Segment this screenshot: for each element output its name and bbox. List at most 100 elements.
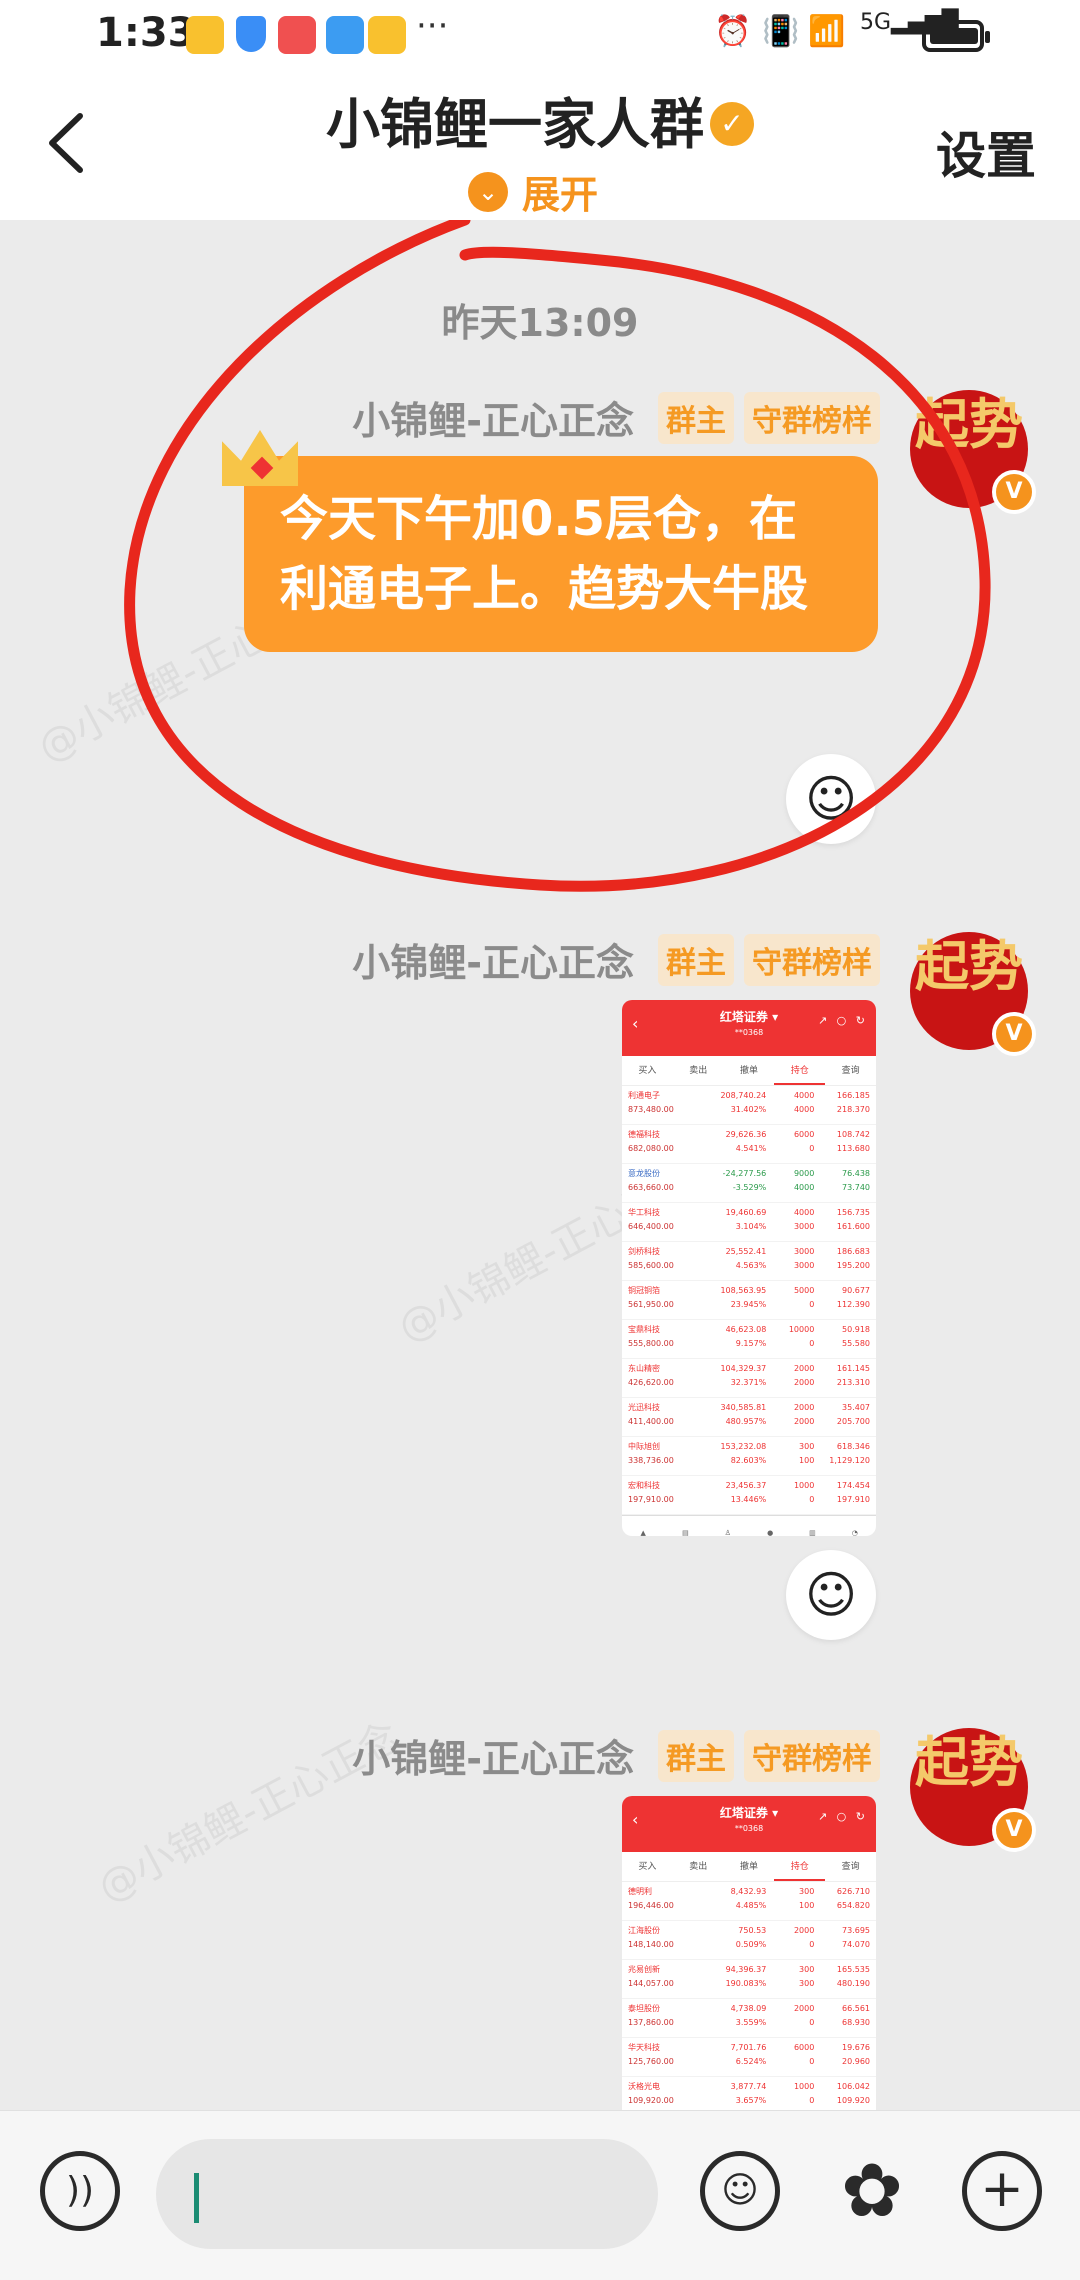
more-plus-button[interactable]: +	[962, 2151, 1042, 2231]
holding-cell: 4,738.09 3.559%	[730, 2004, 767, 2027]
holding-cell: 186.683 195.200	[836, 1247, 870, 1270]
sender-name[interactable]: 小锦鲤-正心正念	[352, 390, 634, 445]
avatar[interactable]: 起势 V	[910, 1728, 1036, 1852]
holding-row: 宝鼎科技 555,800.00 46,623.08 9.157% 10000 0 50.91…	[622, 1320, 876, 1359]
holding-row: 德明利 196,446.00 8,432.93 4.485% 300 100 626.710…	[622, 1882, 876, 1921]
page-title: 小锦鲤一家人群 ✓	[0, 80, 1080, 159]
wifi-icon: 📶	[808, 14, 846, 49]
holding-cell: 94,396.37 190.083%	[725, 1965, 767, 1988]
security-shield-icon	[236, 16, 266, 52]
sticker-button[interactable]: ✿	[832, 2151, 912, 2231]
holding-row: 利通电子 873,480.00 208,740.24 31.402% 4000 4000 1…	[622, 1086, 876, 1125]
message-input-bar: )) ☺ ✿ +	[0, 2110, 1080, 2280]
chevron-down-icon: ⌄	[468, 171, 508, 212]
holding-cell: 2000 0	[793, 2004, 815, 2027]
holding-cell: 66.561 68.930	[842, 2004, 870, 2027]
holding-cell: 618.346 1,129.120	[829, 1442, 870, 1465]
holding-cell: 1000 0	[793, 2082, 815, 2105]
message-bubble[interactable]: 今天下午加0.5层仓，在利通电子上。趋势大牛股	[222, 430, 878, 652]
message-input[interactable]	[156, 2139, 658, 2249]
holding-cell: 1000 0	[793, 1481, 815, 1504]
holding-cell: 23,456.37 13.446%	[725, 1481, 767, 1504]
holding-cell: 8,432.93 4.485%	[730, 1887, 767, 1910]
image-message-portfolio-screenshot[interactable]: ‹ 红塔证券 ▾ **0368 ↗ ○ ↻ 买入 卖出 撤单 持仓 查询 利通电子 873,480.…	[622, 1000, 876, 1536]
text-caret	[194, 2173, 199, 2223]
holding-row: 华天科技 125,760.00 7,701.76 6.524% 6000 0 19.676 2…	[622, 2038, 876, 2077]
holding-cell: 剑桥科技 585,600.00	[628, 1247, 674, 1270]
holding-cell: 19.676 20.960	[842, 2043, 870, 2066]
screenshot-tabs: 买入 卖出 撤单 持仓 查询	[622, 1852, 876, 1882]
nav-icon: ●	[767, 1529, 774, 1536]
holding-cell: -24,277.56 -3.529%	[722, 1169, 767, 1192]
weibo-app-icon-2	[368, 16, 406, 54]
verified-v-icon: V	[992, 1808, 1036, 1852]
holding-row: 铜冠铜箔 561,950.00 108,563.95 23.945% 5000 0 90.6…	[622, 1281, 876, 1320]
holding-cell: 9000 4000	[793, 1169, 815, 1192]
toolbar-icons: ↗ ○ ↻	[817, 1014, 868, 1027]
chat-area[interactable]: @小锦鲤-正心正念 @小锦鲤-正心正念 @小锦鲤-正心正念 昨天13:09 小锦…	[0, 220, 1080, 2110]
sender-name[interactable]: 小锦鲤-正心正念	[352, 1728, 634, 1783]
holding-cell: 626.710 654.820	[836, 1887, 870, 1910]
cloud-app-icon	[326, 16, 364, 54]
holding-row: 剑桥科技 585,600.00 25,552.41 4.563% 3000 3000 186…	[622, 1242, 876, 1281]
voice-input-button[interactable]: ))	[40, 2151, 120, 2231]
screenshot-tab: 持仓	[774, 1056, 826, 1085]
holding-cell: 3000 3000	[793, 1247, 815, 1270]
holding-row: 泰坦股份 137,860.00 4,738.09 3.559% 2000 0 66.561 6…	[622, 1999, 876, 2038]
expand-button[interactable]: ⌄ 展开	[468, 164, 598, 219]
holding-cell: 108.742 113.680	[836, 1130, 870, 1153]
holding-cell: 东山精密 426,620.00	[628, 1364, 674, 1387]
tag-group-owner: 群主	[658, 933, 734, 986]
battery-icon	[922, 20, 990, 52]
weibo-app-icon	[186, 16, 224, 54]
screenshot-tab: 查询	[841, 1862, 860, 1872]
holding-cell: 166.185 218.370	[836, 1091, 870, 1114]
account-number: **0368	[734, 1824, 764, 1833]
holding-row: 沃格光电 109,920.00 3,877.74 3.657% 1000 0 106.042…	[622, 2077, 876, 2110]
emoji-button[interactable]: ☺	[700, 2151, 780, 2231]
expand-label: 展开	[522, 173, 599, 217]
screenshot-bottom-nav: ▲ ▤ ♙ ● ▥ ◔	[622, 1515, 876, 1536]
avatar[interactable]: 起势 V	[910, 390, 1036, 514]
screenshot-header: ‹ 红塔证券 ▾ **0368 ↗ ○ ↻	[622, 1796, 876, 1852]
screenshot-tab: 持仓	[774, 1852, 826, 1881]
holding-cell: 35.407 205.700	[836, 1403, 870, 1426]
holding-cell: 光迅科技 411,400.00	[628, 1403, 674, 1426]
image-message-portfolio-screenshot[interactable]: ‹ 红塔证券 ▾ **0368 ↗ ○ ↻ 买入 卖出 撤单 持仓 查询 德明利 196,446.0…	[622, 1796, 876, 2110]
nav-icon: ♙	[724, 1529, 731, 1536]
tag-group-guardian: 守群榜样	[744, 1729, 880, 1782]
battery-level	[930, 28, 978, 44]
holding-row: 宏和科技 197,910.00 23,456.37 13.446% 1000 0 174.4…	[622, 1476, 876, 1515]
holding-cell: 76.438 73.740	[842, 1169, 870, 1192]
settings-button[interactable]: 设置	[936, 116, 1036, 188]
holding-cell: 340,585.81 480.957%	[720, 1403, 767, 1426]
holding-cell: 46,623.08 9.157%	[725, 1325, 767, 1348]
verified-v-icon: V	[992, 470, 1036, 514]
holding-cell: 90.677 112.390	[836, 1286, 870, 1309]
screenshot-header: ‹ 红塔证券 ▾ **0368 ↗ ○ ↻	[622, 1000, 876, 1056]
holding-cell: 5000 0	[793, 1286, 815, 1309]
sender-name[interactable]: 小锦鲤-正心正念	[352, 932, 634, 987]
message-text: 今天下午加0.5层仓，在利通电子上。趋势大牛股	[280, 491, 809, 617]
nav-icon: ◔	[851, 1529, 858, 1536]
status-bar: 1:33 ··· ⏰ 📳 📶 5G▂▄▆█	[0, 0, 1080, 72]
avatar[interactable]: 起势 V	[910, 932, 1036, 1056]
holding-cell: 108,563.95 23.945%	[720, 1286, 767, 1309]
holding-cell: 300 300	[799, 1965, 815, 1988]
holding-row: 中际旭创 338,736.00 153,232.08 82.603% 300 100 618…	[622, 1437, 876, 1476]
avatar-text: 起势	[915, 392, 1023, 456]
holding-cell: 156.735 161.600	[836, 1208, 870, 1231]
holding-cell: 6000 0	[793, 1130, 815, 1153]
add-reaction-button[interactable]: ☺	[786, 1550, 876, 1640]
tag-group-owner: 群主	[658, 391, 734, 444]
alarm-icon: ⏰	[714, 14, 752, 49]
holding-cell: 兆易创新 144,057.00	[628, 1965, 674, 1988]
holding-cell: 德明利 196,446.00	[628, 1887, 674, 1910]
holding-cell: 6000 0	[793, 2043, 815, 2066]
holding-cell: 10000 0	[788, 1325, 815, 1348]
add-reaction-button[interactable]: ☺	[786, 754, 876, 844]
holding-cell: 3,877.74 3.657%	[730, 2082, 767, 2105]
toolbar-icons: ↗ ○ ↻	[817, 1810, 868, 1823]
sender-row: 小锦鲤-正心正念 群主 守群榜样	[352, 932, 880, 987]
holding-cell: 50.918 55.580	[842, 1325, 870, 1348]
